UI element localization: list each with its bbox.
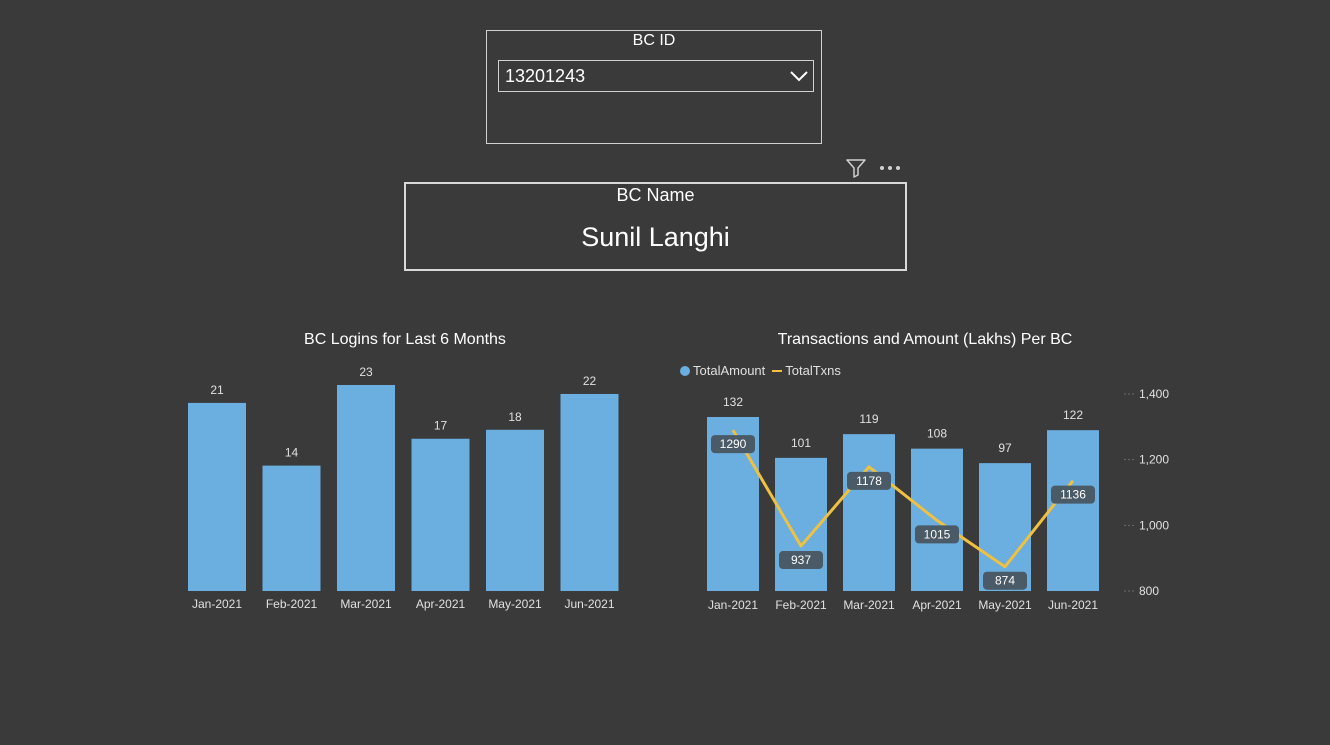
login-bar (262, 465, 321, 591)
login-data-label: 18 (508, 410, 522, 424)
login-bar (188, 402, 246, 591)
report-canvas: BC ID 13201243 BC Name Sunil Langhi BC L… (0, 0, 1330, 745)
login-bar (560, 393, 619, 591)
login-bar (411, 438, 470, 591)
login-x-tick-label: Apr-2021 (416, 597, 466, 611)
login-data-label: 14 (285, 446, 299, 460)
login-bar (337, 385, 395, 591)
login-x-tick-label: May-2021 (488, 597, 542, 611)
login-x-tick-label: Feb-2021 (266, 597, 318, 611)
login-x-tick-label: Mar-2021 (340, 597, 392, 611)
login-data-label: 17 (434, 419, 448, 433)
logins-bar-chart: 21 Jan-2021 14 Feb-2021 23 Mar-2021 17 Apr-2021… (188, 365, 619, 611)
login-data-label: 23 (359, 365, 373, 379)
login-x-tick-label: Jan-2021 (192, 597, 242, 611)
login-data-label: 22 (583, 374, 597, 388)
login-x-tick-label: Jun-2021 (564, 597, 614, 611)
login-data-label: 21 (210, 383, 224, 397)
login-bar (486, 429, 544, 591)
